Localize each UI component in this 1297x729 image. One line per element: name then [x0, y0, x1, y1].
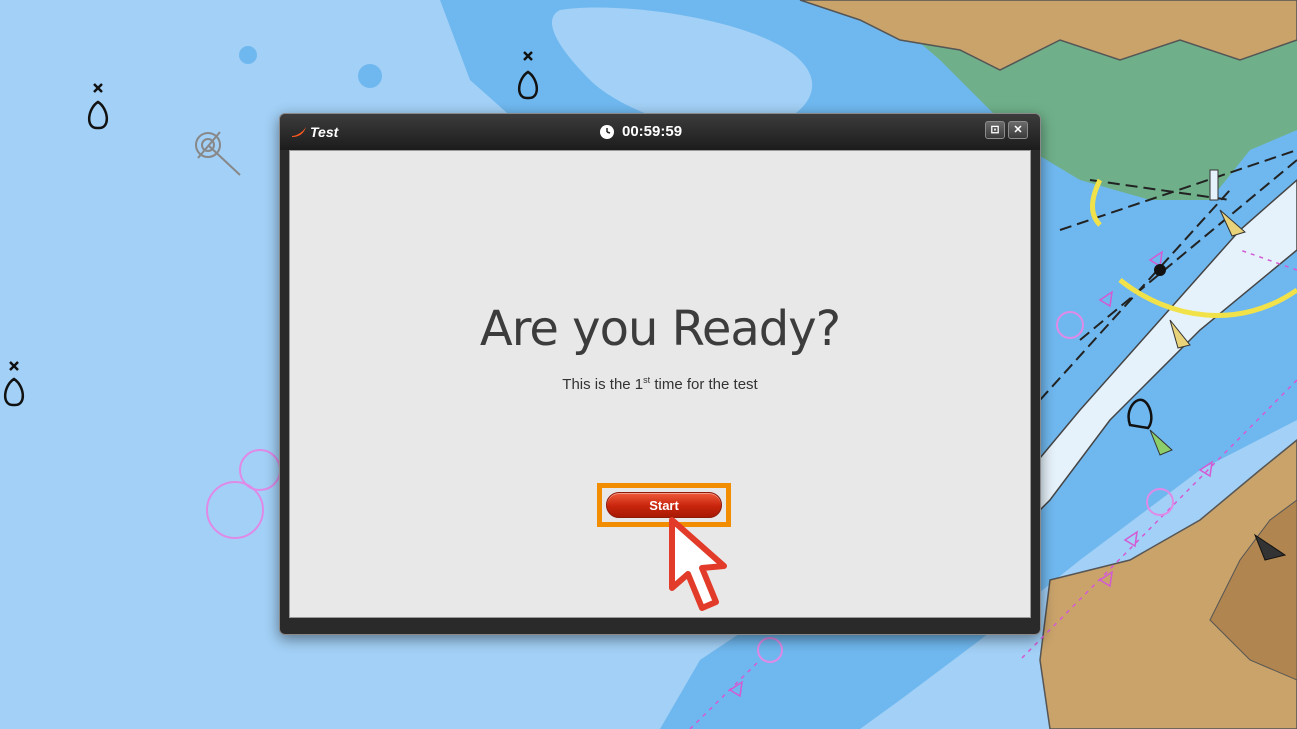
dialog-content: Are you Ready? This is the 1st time for … — [289, 150, 1031, 618]
dialog-titlebar[interactable]: Test 00:59:59 ⊡ ✕ — [280, 114, 1040, 150]
timer-value: 00:59:59 — [622, 123, 683, 140]
start-button[interactable]: Start — [606, 492, 722, 518]
dialog-title-group: Test — [292, 124, 338, 140]
shallow-patch — [358, 64, 382, 88]
nautical-chart-screen: Test 00:59:59 ⊡ ✕ Are you Ready? This is… — [0, 0, 1297, 729]
countdown-timer: 00:59:59 — [600, 123, 682, 140]
window-controls: ⊡ ✕ — [985, 121, 1028, 139]
ready-heading: Are you Ready? — [479, 301, 841, 357]
dialog-title: Test — [310, 124, 339, 140]
close-icon[interactable]: ✕ — [1008, 121, 1028, 139]
shallow-patch — [239, 46, 257, 64]
pointer-cursor-icon — [669, 517, 727, 611]
clock-icon — [600, 124, 614, 139]
test-dialog-window: Test 00:59:59 ⊡ ✕ Are you Ready? This is… — [279, 113, 1041, 635]
attempt-text-start: This is the 1 — [562, 376, 644, 393]
attempt-info-text: This is the 1st time for the test — [290, 375, 1030, 393]
app-logo-icon — [292, 127, 306, 137]
restore-icon[interactable]: ⊡ — [985, 121, 1005, 139]
attempt-text-end: time for the test — [650, 376, 758, 393]
